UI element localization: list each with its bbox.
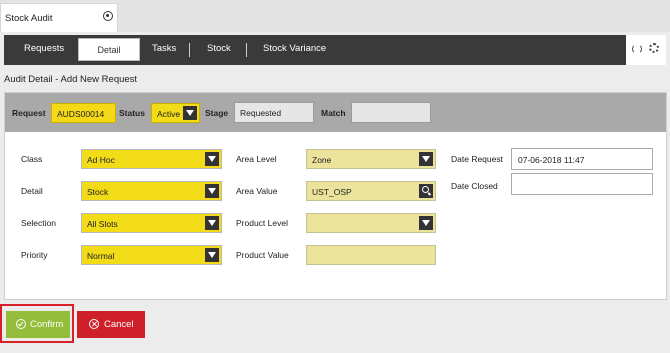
nav-bar: Requests Detail Tasks Stock Stock Varian… — [4, 35, 666, 65]
search-icon — [422, 186, 429, 193]
tab-strip: Stock Audit — [0, 0, 670, 32]
page-title: Audit Detail - Add New Request — [4, 74, 138, 85]
area-value-label: Area Value — [236, 186, 278, 196]
match-label: Match — [321, 108, 346, 118]
priority-label: Priority — [21, 250, 48, 260]
detail-label: Detail — [21, 186, 43, 196]
confirm-label: Confirm — [30, 319, 64, 330]
chevron-down-icon[interactable] — [205, 152, 219, 166]
gear-icon[interactable] — [649, 43, 659, 53]
detail-select[interactable]: Stock — [81, 181, 222, 201]
class-select[interactable]: Ad Hoc — [81, 149, 222, 169]
area-level-value: Zone — [312, 155, 332, 165]
priority-value: Normal — [87, 251, 115, 261]
tab-detail[interactable]: Detail — [78, 38, 140, 61]
tab-stock-variance[interactable]: Stock Variance — [263, 43, 326, 54]
product-level-select[interactable] — [306, 213, 436, 233]
search-button[interactable] — [419, 184, 433, 198]
date-closed-field[interactable] — [511, 173, 653, 195]
area-level-select[interactable]: Zone — [306, 149, 436, 169]
tab-detail-label: Detail — [97, 45, 121, 55]
request-field[interactable]: AUDS00014 — [51, 103, 116, 123]
close-icon — [89, 319, 99, 329]
chevron-down-icon[interactable] — [183, 106, 197, 120]
class-value: Ad Hoc — [87, 155, 115, 165]
cancel-button[interactable]: Cancel — [77, 311, 145, 338]
chevron-down-icon[interactable] — [205, 248, 219, 262]
area-value-text: UST_OSP — [312, 187, 352, 197]
request-bar: Request AUDS00014 Status Active Stage Re… — [5, 93, 666, 132]
close-icon[interactable] — [103, 11, 113, 21]
nav-separator — [246, 43, 247, 57]
selection-select[interactable]: All Slots — [81, 213, 222, 233]
date-request-field[interactable]: 07-06-2018 11:47 — [511, 148, 653, 170]
refresh-icon[interactable] — [632, 44, 642, 54]
detail-value: Stock — [87, 187, 109, 197]
cancel-label: Cancel — [104, 319, 134, 330]
date-request-label: Date Request — [451, 154, 503, 164]
status-label: Status — [119, 108, 145, 118]
tab-requests[interactable]: Requests — [24, 43, 64, 54]
detail-panel: Request AUDS00014 Status Active Stage Re… — [4, 92, 667, 300]
product-value-label: Product Value — [236, 250, 289, 260]
chevron-down-icon[interactable] — [419, 216, 433, 230]
selection-value: All Slots — [87, 219, 118, 229]
stage-field: Requested — [234, 102, 314, 123]
stage-label: Stage — [205, 108, 229, 118]
tab-title: Stock Audit — [5, 13, 53, 24]
request-label: Request — [12, 108, 46, 118]
chevron-down-icon[interactable] — [205, 216, 219, 230]
priority-select[interactable]: Normal — [81, 245, 222, 265]
status-select[interactable]: Active — [151, 103, 200, 123]
chevron-down-icon[interactable] — [419, 152, 433, 166]
chevron-down-icon[interactable] — [205, 184, 219, 198]
tab-tasks[interactable]: Tasks — [152, 43, 176, 54]
area-level-label: Area Level — [236, 154, 277, 164]
confirm-button[interactable]: Confirm — [6, 311, 70, 338]
date-closed-label: Date Closed — [451, 181, 498, 191]
tab-stock[interactable]: Stock — [207, 43, 231, 54]
class-label: Class — [21, 154, 43, 164]
area-value-field[interactable]: UST_OSP — [306, 181, 436, 201]
status-value: Active — [157, 109, 181, 119]
toolbar-tools — [626, 35, 666, 65]
product-level-label: Product Level — [236, 218, 288, 228]
nav-separator — [189, 43, 190, 57]
selection-label: Selection — [21, 218, 56, 228]
check-icon — [16, 319, 26, 329]
tab-stock-audit[interactable]: Stock Audit — [0, 3, 118, 32]
match-field — [351, 102, 431, 123]
product-value-field[interactable] — [306, 245, 436, 265]
